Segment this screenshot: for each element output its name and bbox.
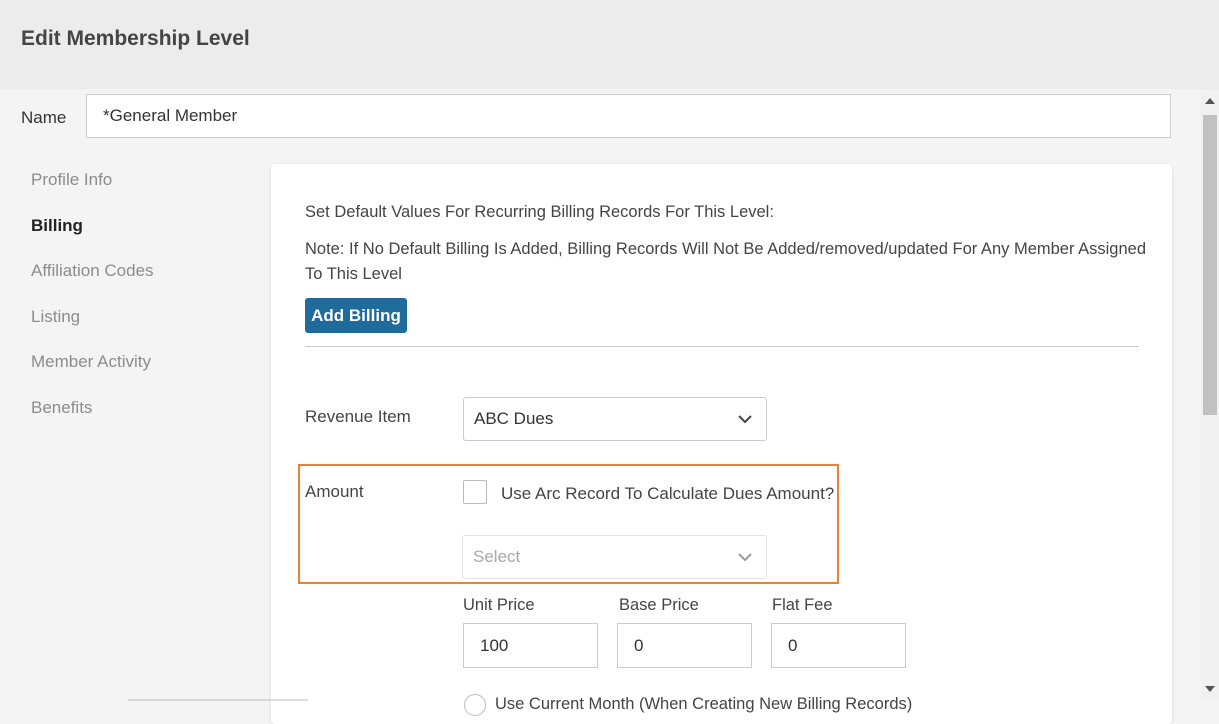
vertical-scrollbar[interactable]	[1201, 89, 1219, 702]
scroll-up-arrow-icon[interactable]	[1205, 98, 1215, 104]
name-input[interactable]: *General Member	[86, 94, 1171, 138]
revenue-item-value: ABC Dues	[474, 409, 554, 428]
name-label: Name	[21, 108, 67, 127]
page-header: Edit Membership Level	[0, 0, 1219, 89]
billing-card: Set Default Values For Recurring Billing…	[271, 164, 1172, 724]
use-arc-record-label: Use Arc Record To Calculate Dues Amount?	[501, 484, 835, 503]
scrollbar-thumb[interactable]	[1203, 115, 1217, 415]
amount-select-placeholder: Select	[473, 547, 521, 566]
chevron-down-icon	[738, 536, 752, 594]
base-price-label: Base Price	[619, 596, 699, 614]
flat-fee-input[interactable]: 0	[771, 623, 906, 668]
use-current-month-label: Use Current Month (When Creating New Bil…	[495, 695, 913, 713]
sidebar-item-billing[interactable]: Billing	[31, 216, 83, 236]
billing-intro: Set Default Values For Recurring Billing…	[305, 203, 774, 221]
page-title: Edit Membership Level	[21, 27, 250, 50]
billing-note: Note: If No Default Billing Is Added, Bi…	[305, 240, 1147, 283]
revenue-item-label: Revenue Item	[305, 407, 411, 426]
use-arc-record-checkbox[interactable]	[463, 480, 487, 504]
use-current-month-radio[interactable]	[464, 694, 486, 716]
scroll-down-arrow-icon[interactable]	[1205, 686, 1215, 692]
sidebar-item-affiliation-codes[interactable]: Affiliation Codes	[31, 261, 154, 281]
sidebar-item-member-activity[interactable]: Member Activity	[31, 352, 151, 372]
chevron-down-icon	[738, 398, 752, 456]
unit-price-label: Unit Price	[463, 596, 535, 614]
amount-select[interactable]: Select	[462, 535, 767, 579]
footer-partial-line	[128, 699, 308, 701]
sidebar-item-benefits[interactable]: Benefits	[31, 398, 92, 418]
amount-label: Amount	[305, 482, 364, 501]
unit-price-input[interactable]: 100	[463, 623, 598, 668]
flat-fee-label: Flat Fee	[772, 596, 833, 614]
revenue-item-select[interactable]: ABC Dues	[463, 397, 767, 441]
add-billing-button[interactable]: Add Billing	[305, 298, 407, 333]
sidebar-item-listing[interactable]: Listing	[31, 307, 80, 327]
sidebar-item-profile-info[interactable]: Profile Info	[31, 170, 112, 190]
base-price-input[interactable]: 0	[617, 623, 752, 668]
divider	[305, 346, 1139, 347]
